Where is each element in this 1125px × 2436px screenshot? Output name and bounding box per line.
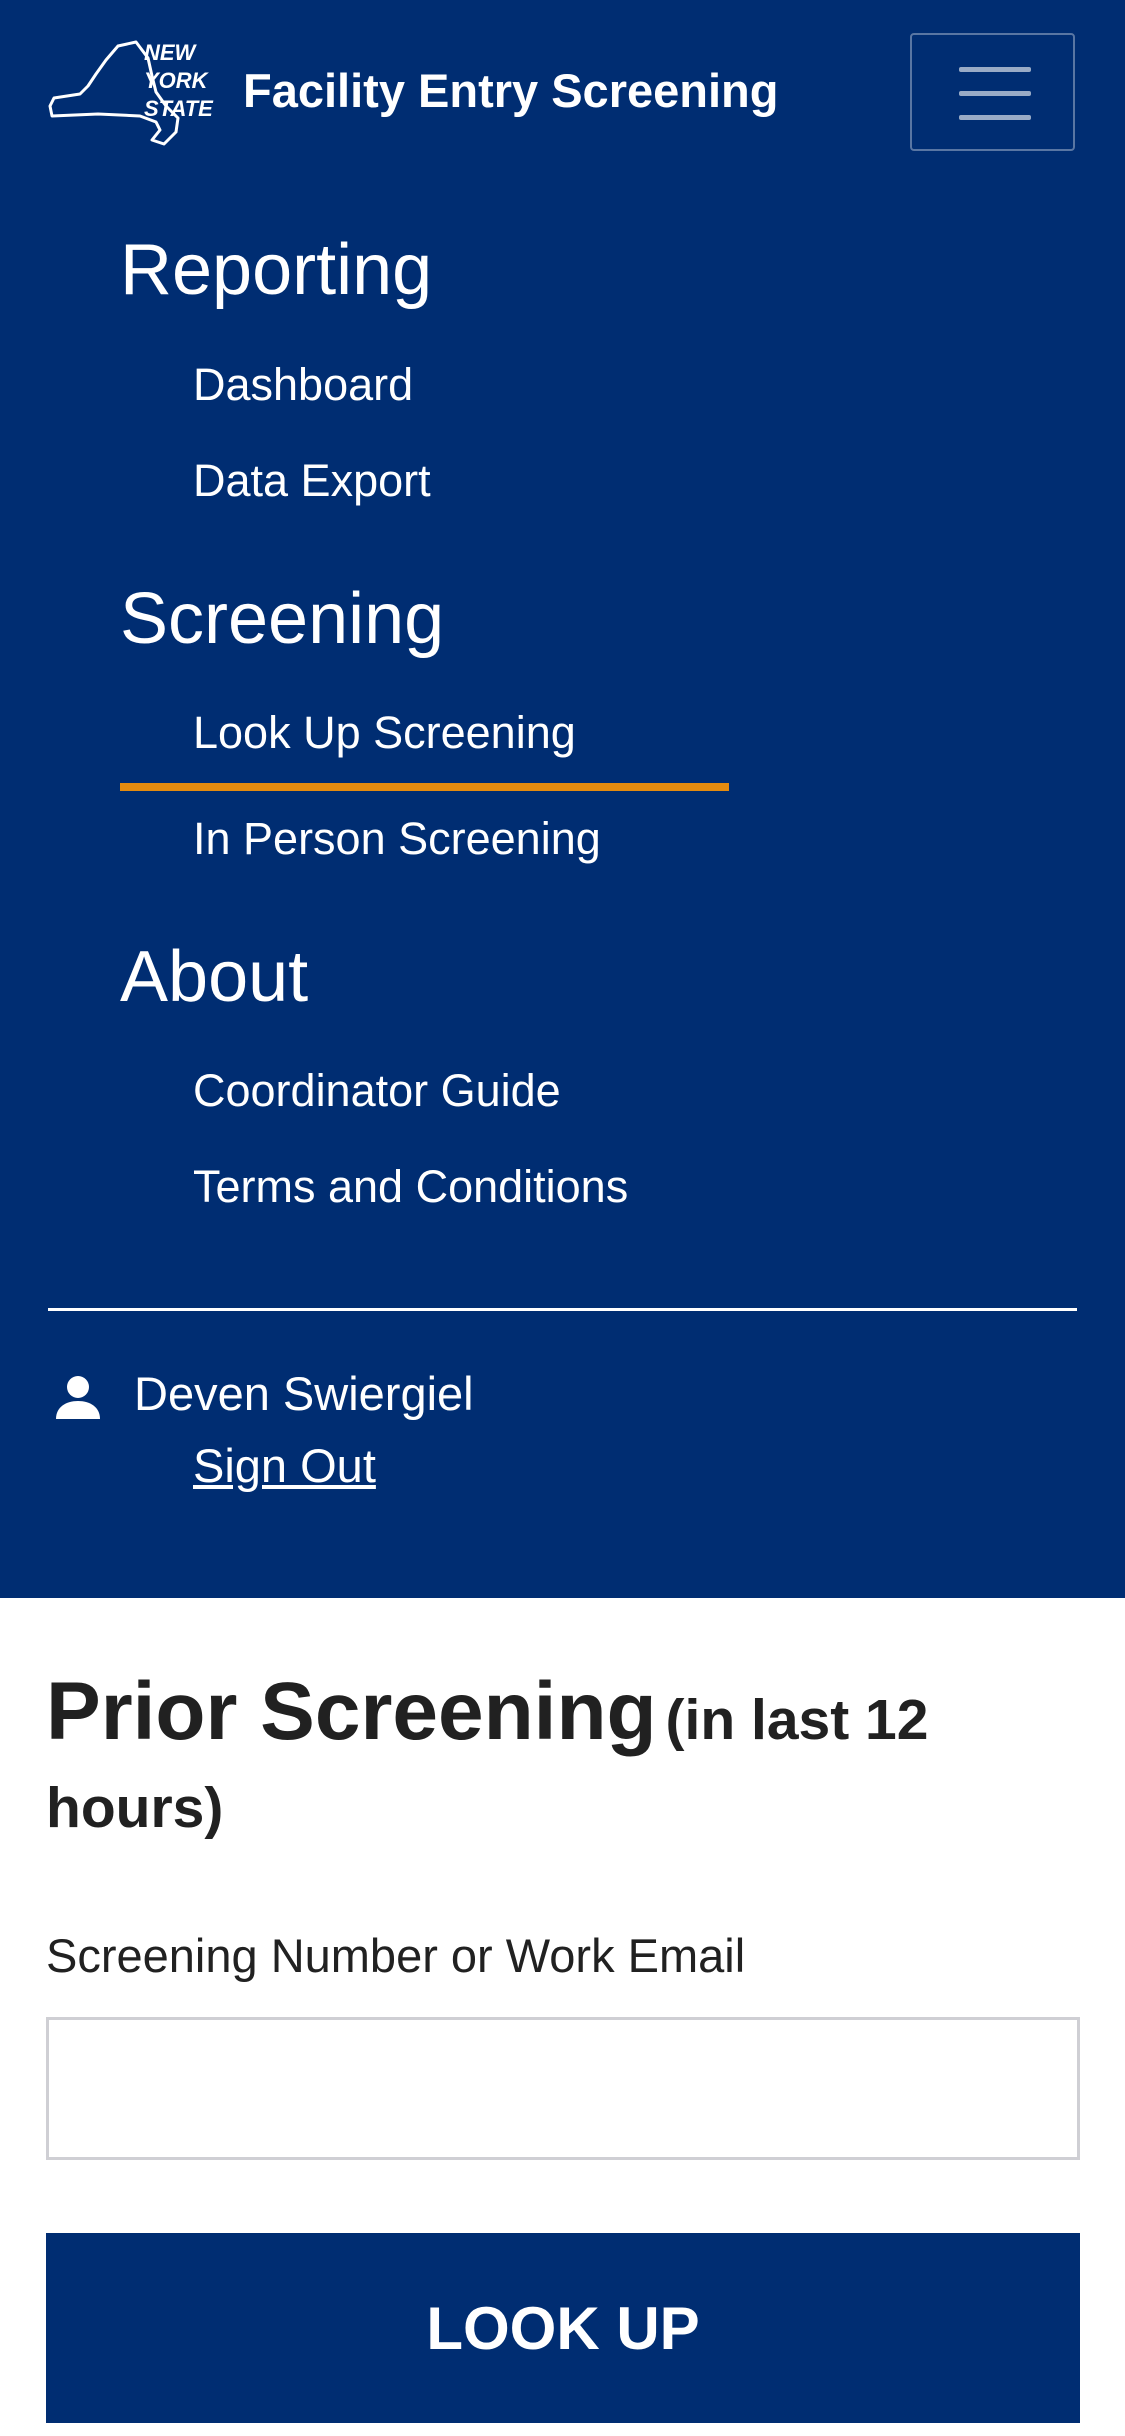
hamburger-menu-icon bbox=[959, 67, 1031, 121]
page-title: Prior Screening (in last 12 hours) bbox=[46, 1671, 1086, 1856]
screening-lookup-input[interactable] bbox=[46, 2017, 1080, 2160]
nav-divider bbox=[48, 1308, 1077, 1311]
menu-toggle-button[interactable] bbox=[910, 33, 1075, 151]
user-name: Deven Swiergiel bbox=[134, 1367, 474, 1420]
nav-item-data-export[interactable]: Data Export bbox=[193, 458, 431, 503]
look-up-button[interactable]: LOOK UP bbox=[46, 2233, 1080, 2423]
nav-heading-screening: Screening bbox=[120, 579, 445, 659]
nys-logo[interactable]: NEW YORK STATE bbox=[48, 36, 222, 146]
page-title-main: Prior Screening bbox=[46, 1666, 657, 1757]
top-bar: NEW YORK STATE Facility Entry Screening bbox=[0, 0, 1125, 185]
logo-text-york: YORK bbox=[144, 68, 210, 93]
person-icon bbox=[54, 1373, 102, 1421]
nav-item-terms-and-conditions[interactable]: Terms and Conditions bbox=[193, 1164, 628, 1209]
active-item-indicator bbox=[120, 783, 729, 791]
nav-item-coordinator-guide[interactable]: Coordinator Guide bbox=[193, 1068, 561, 1113]
nav-item-look-up-screening[interactable]: Look Up Screening bbox=[193, 710, 576, 755]
nav-heading-about: About bbox=[120, 937, 309, 1017]
nav-item-dashboard[interactable]: Dashboard bbox=[193, 362, 413, 407]
logo-text-state: STATE bbox=[144, 96, 214, 121]
logo-text-new: NEW bbox=[144, 40, 198, 65]
nav-item-in-person-screening[interactable]: In Person Screening bbox=[193, 816, 601, 861]
nav-heading-reporting: Reporting bbox=[120, 230, 433, 310]
app-title[interactable]: Facility Entry Screening bbox=[243, 63, 778, 118]
sign-out-link[interactable]: Sign Out bbox=[193, 1442, 376, 1489]
screening-lookup-label: Screening Number or Work Email bbox=[46, 1929, 746, 1982]
nys-state-outline-icon: NEW YORK STATE bbox=[48, 40, 214, 146]
navigation-panel: NEW YORK STATE Facility Entry Screening … bbox=[0, 0, 1125, 1598]
